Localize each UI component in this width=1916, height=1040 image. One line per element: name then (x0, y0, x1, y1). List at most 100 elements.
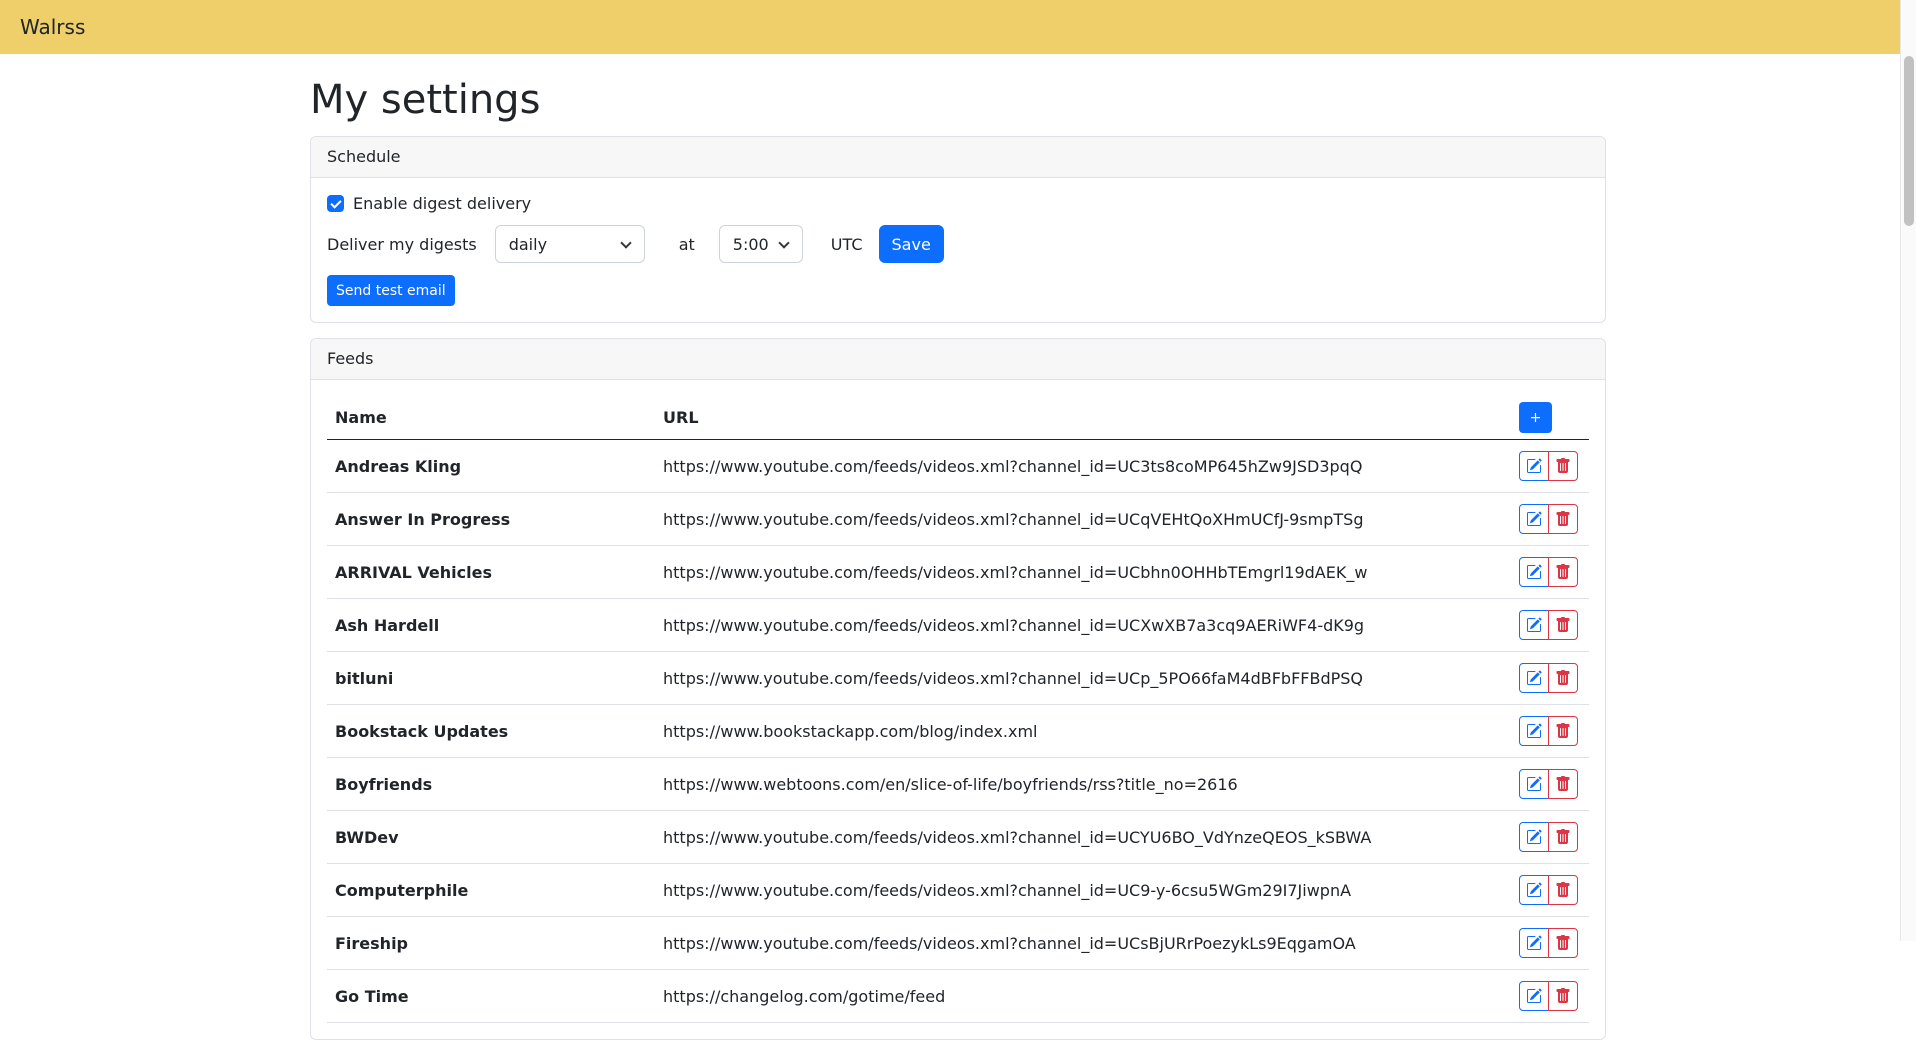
send-test-email-button[interactable]: Send test email (327, 275, 455, 306)
pencil-square-icon (1526, 988, 1542, 1004)
feed-actions-group (1519, 822, 1578, 852)
feed-name: Fireship (327, 917, 655, 970)
feed-url: https://www.youtube.com/feeds/videos.xml… (655, 811, 1511, 864)
edit-feed-button[interactable] (1519, 875, 1549, 905)
feed-actions (1511, 970, 1589, 1023)
feeds-card-header: Feeds (311, 339, 1605, 380)
feeds-card: Feeds Name URL + Andreas Kling https://w… (310, 338, 1606, 1040)
brand-link[interactable]: Walrss (20, 15, 85, 39)
feed-url: https://changelog.com/gotime/feed (655, 970, 1511, 1023)
column-header-url: URL (655, 396, 1511, 440)
pencil-square-icon (1526, 617, 1542, 633)
feed-url: https://www.youtube.com/feeds/videos.xml… (655, 493, 1511, 546)
feed-actions-group (1519, 610, 1578, 640)
time-select[interactable]: 5:00 (719, 225, 803, 263)
trash-icon (1555, 511, 1571, 527)
feed-actions-group (1519, 557, 1578, 587)
feed-actions (1511, 811, 1589, 864)
edit-feed-button[interactable] (1519, 451, 1549, 481)
schedule-card-body: Enable digest delivery Deliver my digest… (311, 178, 1605, 322)
chevron-down-icon (778, 237, 789, 248)
delete-feed-button[interactable] (1548, 822, 1578, 852)
delete-feed-button[interactable] (1548, 610, 1578, 640)
feed-url: https://www.youtube.com/feeds/videos.xml… (655, 546, 1511, 599)
feed-actions (1511, 546, 1589, 599)
feeds-table-header-row: Name URL + (327, 396, 1589, 440)
feed-actions (1511, 599, 1589, 652)
table-row: bitluni https://www.youtube.com/feeds/vi… (327, 652, 1589, 705)
feed-actions-group (1519, 663, 1578, 693)
table-row: Answer In Progress https://www.youtube.c… (327, 493, 1589, 546)
feeds-card-body: Name URL + Andreas Kling https://www.you… (311, 380, 1605, 1039)
trash-icon (1555, 564, 1571, 580)
delete-feed-button[interactable] (1548, 928, 1578, 958)
column-header-name: Name (327, 396, 655, 440)
delete-feed-button[interactable] (1548, 875, 1578, 905)
trash-icon (1555, 882, 1571, 898)
feed-name: Computerphile (327, 864, 655, 917)
trash-icon (1555, 723, 1571, 739)
edit-feed-button[interactable] (1519, 822, 1549, 852)
edit-feed-button[interactable] (1519, 663, 1549, 693)
feed-actions-group (1519, 875, 1578, 905)
trash-icon (1555, 935, 1571, 951)
delete-feed-button[interactable] (1548, 981, 1578, 1011)
feed-name: Answer In Progress (327, 493, 655, 546)
feed-name: Boyfriends (327, 758, 655, 811)
pencil-square-icon (1526, 829, 1542, 845)
scrollbar-thumb[interactable] (1904, 56, 1914, 226)
feed-actions-group (1519, 928, 1578, 958)
table-row: ARRIVAL Vehicles https://www.youtube.com… (327, 546, 1589, 599)
enable-digest-row: Enable digest delivery (327, 194, 1589, 213)
add-feed-button[interactable]: + (1519, 402, 1552, 433)
deliver-label: Deliver my digests (327, 235, 477, 254)
edit-feed-button[interactable] (1519, 769, 1549, 799)
feed-actions (1511, 864, 1589, 917)
pencil-square-icon (1526, 935, 1542, 951)
delete-feed-button[interactable] (1548, 663, 1578, 693)
trash-icon (1555, 988, 1571, 1004)
table-row: Computerphile https://www.youtube.com/fe… (327, 864, 1589, 917)
edit-feed-button[interactable] (1519, 504, 1549, 534)
feed-url: https://www.bookstackapp.com/blog/index.… (655, 705, 1511, 758)
frequency-select[interactable]: daily (495, 225, 645, 263)
page-title: My settings (310, 76, 1606, 124)
trash-icon (1555, 829, 1571, 845)
feeds-table: Name URL + Andreas Kling https://www.you… (327, 396, 1589, 1023)
feed-actions (1511, 758, 1589, 811)
feed-actions-group (1519, 769, 1578, 799)
delete-feed-button[interactable] (1548, 451, 1578, 481)
feed-name: ARRIVAL Vehicles (327, 546, 655, 599)
edit-feed-button[interactable] (1519, 557, 1549, 587)
feed-actions-group (1519, 981, 1578, 1011)
edit-feed-button[interactable] (1519, 716, 1549, 746)
schedule-card: Schedule Enable digest delivery Deliver … (310, 136, 1606, 323)
enable-digest-checkbox[interactable] (327, 195, 344, 212)
table-row: Bookstack Updates https://www.bookstacka… (327, 705, 1589, 758)
trash-icon (1555, 458, 1571, 474)
frequency-select-value: daily (509, 235, 547, 254)
edit-feed-button[interactable] (1519, 981, 1549, 1011)
feed-name: Ash Hardell (327, 599, 655, 652)
feed-actions (1511, 440, 1589, 493)
feed-actions-group (1519, 504, 1578, 534)
edit-feed-button[interactable] (1519, 610, 1549, 640)
trash-icon (1555, 617, 1571, 633)
enable-digest-label: Enable digest delivery (353, 194, 531, 213)
delete-feed-button[interactable] (1548, 716, 1578, 746)
delete-feed-button[interactable] (1548, 557, 1578, 587)
feed-url: https://www.youtube.com/feeds/videos.xml… (655, 652, 1511, 705)
table-row: Fireship https://www.youtube.com/feeds/v… (327, 917, 1589, 970)
delete-feed-button[interactable] (1548, 504, 1578, 534)
feed-actions (1511, 705, 1589, 758)
pencil-square-icon (1526, 670, 1542, 686)
feed-name: BWDev (327, 811, 655, 864)
delete-feed-button[interactable] (1548, 769, 1578, 799)
navbar: Walrss (0, 0, 1900, 54)
scrollbar-track[interactable] (1900, 0, 1916, 941)
at-label: at (679, 235, 695, 254)
feed-url: https://www.youtube.com/feeds/videos.xml… (655, 599, 1511, 652)
save-button[interactable]: Save (879, 225, 944, 263)
edit-feed-button[interactable] (1519, 928, 1549, 958)
table-row: BWDev https://www.youtube.com/feeds/vide… (327, 811, 1589, 864)
